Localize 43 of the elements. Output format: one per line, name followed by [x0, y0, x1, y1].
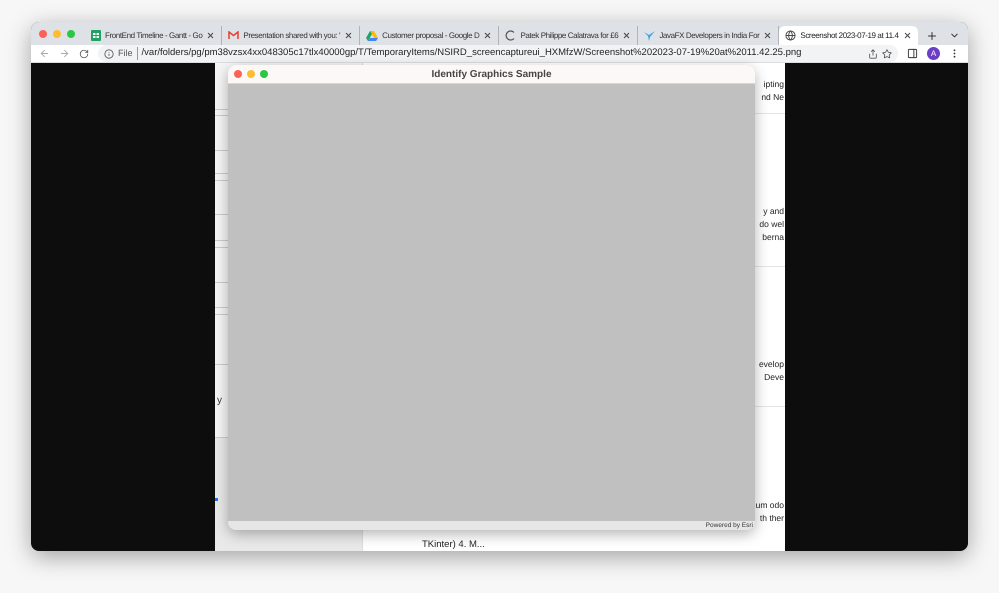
spreadsheet-icon — [91, 30, 101, 41]
tab-title: FrontEnd Timeline - Gantt - Go — [105, 30, 202, 42]
globe-icon — [785, 30, 796, 41]
share-icon[interactable] — [868, 48, 878, 58]
close-tab-icon[interactable] — [763, 31, 772, 40]
close-tab-icon[interactable] — [622, 31, 632, 40]
bird-icon — [644, 30, 656, 40]
text-fragment: do wel — [759, 218, 784, 231]
new-tab-icon[interactable] — [926, 30, 938, 42]
close-tab-icon[interactable] — [902, 31, 912, 40]
info-icon[interactable] — [104, 48, 114, 58]
tab-title: Patek Philippe Calatrava for £6 — [520, 30, 618, 42]
sidebar-text: y — [217, 395, 222, 407]
close-tab-icon[interactable] — [206, 31, 216, 40]
reload-icon[interactable] — [79, 48, 89, 58]
close-tab-icon[interactable] — [483, 31, 492, 40]
text-fragment: y and — [763, 205, 784, 218]
text-fragment: ipting — [764, 78, 784, 91]
close-tab-icon[interactable] — [344, 31, 354, 40]
text-fragment: nd Ne — [761, 91, 784, 104]
address-bar[interactable]: File /var/folders/pg/pm38vzsx4xx048305c17tlx40000gp/T/TemporaryItems/NSIRD_screencaptureui_HXMfzW/Screenshot%202023-07-19%20at%2011.42.25.png — [98, 45, 898, 62]
side-panel-icon[interactable] — [907, 48, 918, 59]
scheme-label: File — [118, 46, 138, 60]
window-title: Identify Graphics Sample — [430, 68, 553, 82]
mail-icon — [228, 31, 240, 40]
browser-tab[interactable]: Screenshot 2023-07-19 at 11.4 — [779, 26, 918, 45]
text-fragment: Deve — [764, 371, 784, 384]
text-fragment: berna — [762, 231, 784, 244]
tab-title: JavaFX Developers in India For — [659, 30, 760, 42]
tab-title: Presentation shared with you: ' — [243, 30, 340, 42]
text-fragment: evelop — [758, 358, 784, 371]
profile-avatar[interactable]: A — [927, 47, 940, 60]
description-text: TKinter) 4. M... — [422, 538, 486, 551]
text-fragment: um odo — [756, 499, 784, 512]
circle-arc-icon — [505, 30, 516, 41]
text-fragment: th ther — [760, 512, 784, 525]
bookmark-star-icon[interactable] — [882, 48, 892, 58]
selection-marker — [215, 498, 218, 501]
triangle-icon — [366, 30, 378, 40]
close-window-icon[interactable] — [234, 70, 242, 78]
url-text: /var/folders/pg/pm38vzsx4xx048305c17tlx40000gp/T/TemporaryItems/NSIRD_screencaptureui_HXMfzW/Screenshot%202023-07-19%20at%2011.42.25.png — [142, 46, 802, 60]
tab-title: Screenshot 2023-07-19 at 11.4 — [800, 30, 898, 42]
tab-title: Customer proposal - Google D — [382, 30, 480, 42]
